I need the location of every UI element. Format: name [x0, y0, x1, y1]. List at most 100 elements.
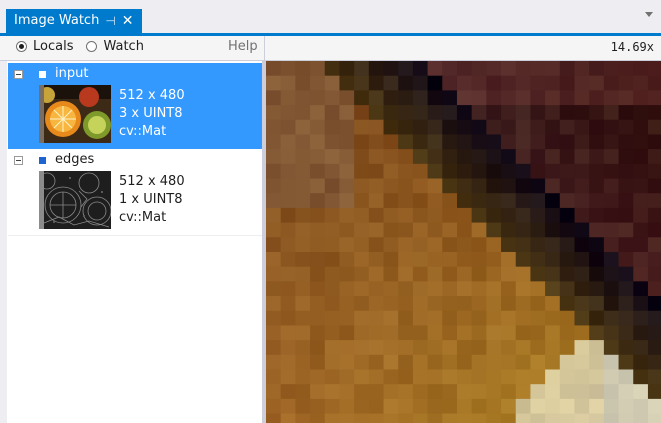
close-icon[interactable]: ✕: [122, 9, 134, 33]
image-pixel: [442, 134, 458, 150]
image-pixel: [501, 251, 517, 268]
image-pixel: [471, 340, 487, 356]
image-pixel: [442, 251, 458, 268]
image-pixel: [383, 369, 399, 385]
image-pixel: [530, 296, 546, 312]
radio-locals-label: Locals: [33, 39, 74, 54]
image-pixel: [354, 75, 370, 91]
image-pixel: [515, 325, 532, 341]
image-pixel: [471, 354, 487, 371]
image-pixel: [545, 75, 561, 91]
image-pixel: [589, 178, 605, 194]
image-pixel: [530, 149, 546, 165]
image-pixel: [339, 61, 355, 77]
image-pixel: [603, 237, 620, 253]
image-view[interactable]: [266, 61, 661, 423]
image-pixel: [412, 369, 429, 385]
image-pixel: [324, 354, 341, 371]
image-pixel: [427, 134, 443, 150]
image-pixel: [310, 61, 326, 77]
image-pixel: [412, 119, 429, 136]
image-pixel: [427, 61, 443, 77]
pixel-grid-image[interactable]: [266, 61, 661, 423]
radio-locals[interactable]: Locals: [16, 39, 73, 54]
radio-button-icon[interactable]: [86, 41, 98, 52]
image-pixel: [324, 296, 341, 312]
image-pixel: [574, 266, 590, 282]
chevron-down-icon[interactable]: [645, 12, 653, 17]
image-pixel: [412, 61, 429, 77]
radio-watch[interactable]: Watch: [86, 39, 144, 54]
image-pixel: [501, 75, 517, 91]
image-pixel: [280, 237, 296, 253]
image-pixel: [574, 90, 590, 106]
image-pixel: [456, 266, 473, 282]
image-pixel: [574, 325, 590, 341]
variable-type: cv::Mat: [119, 210, 167, 225]
image-pixel: [412, 266, 429, 282]
image-pixel: [545, 134, 561, 150]
image-pixel: [603, 149, 620, 165]
radio-button-icon[interactable]: [16, 41, 27, 52]
image-pixel: [266, 281, 282, 297]
image-pixel: [354, 163, 370, 180]
image-pixel: [295, 369, 311, 385]
image-pixel: [618, 119, 634, 136]
image-pixel: [501, 340, 517, 356]
image-pixel: [324, 193, 341, 209]
image-pixel: [280, 134, 296, 150]
image-pixel: [339, 369, 355, 385]
image-pixel: [647, 193, 661, 209]
image-pixel: [412, 207, 429, 224]
image-pixel: [545, 398, 561, 415]
image-pixel: [368, 251, 385, 268]
collapse-toggle-icon[interactable]: [14, 156, 23, 165]
variable-item-edges[interactable]: edges 512 x 480 1 x UINT8 cv::Mat: [8, 149, 262, 236]
help-link[interactable]: Help: [228, 39, 258, 54]
image-pixel: [383, 251, 399, 268]
image-pixel: [515, 266, 532, 282]
image-pixel: [398, 75, 414, 91]
image-pixel: [266, 325, 282, 341]
image-pixel: [501, 178, 517, 194]
image-pixel: [442, 296, 458, 312]
image-pixel: [339, 119, 355, 136]
tab-image-watch[interactable]: Image Watch ⊣ ✕: [6, 9, 142, 33]
collapse-toggle-icon[interactable]: [14, 70, 23, 79]
image-pixel: [618, 413, 634, 423]
image-pixel: [471, 384, 487, 400]
image-pixel: [295, 281, 311, 297]
image-pixel: [442, 207, 458, 224]
panel-gutter: [0, 61, 7, 423]
image-pixel: [427, 325, 443, 341]
image-pixel: [427, 296, 443, 312]
image-pixel: [501, 266, 517, 282]
variable-item-input[interactable]: input 512 x 480 3 x UINT8 cv::Mat: [8, 63, 262, 149]
pin-icon[interactable]: ⊣: [105, 9, 115, 33]
image-pixel: [545, 119, 561, 136]
image-pixel: [471, 149, 487, 165]
image-pixel: [647, 266, 661, 282]
image-pixel: [515, 398, 532, 415]
image-pixel: [633, 310, 649, 327]
image-pixel: [574, 413, 590, 423]
image-pixel: [603, 384, 620, 400]
image-pixel: [515, 149, 532, 165]
image-pixel: [266, 61, 282, 77]
image-pixel: [324, 325, 341, 341]
image-pixel: [530, 369, 546, 385]
image-pixel: [618, 369, 634, 385]
image-pixel: [515, 75, 532, 91]
image-pixel: [442, 61, 458, 77]
image-pixel: [486, 251, 502, 268]
image-pixel: [398, 193, 414, 209]
image-pixel: [368, 310, 385, 327]
image-pixel: [280, 222, 296, 238]
image-pixel: [471, 369, 487, 385]
image-pixel: [559, 61, 576, 77]
image-pixel: [647, 296, 661, 312]
image-pixel: [383, 340, 399, 356]
image-pixel: [280, 266, 296, 282]
toolbar: Locals Watch Help 14.69x: [0, 36, 661, 61]
image-pixel: [280, 413, 296, 423]
